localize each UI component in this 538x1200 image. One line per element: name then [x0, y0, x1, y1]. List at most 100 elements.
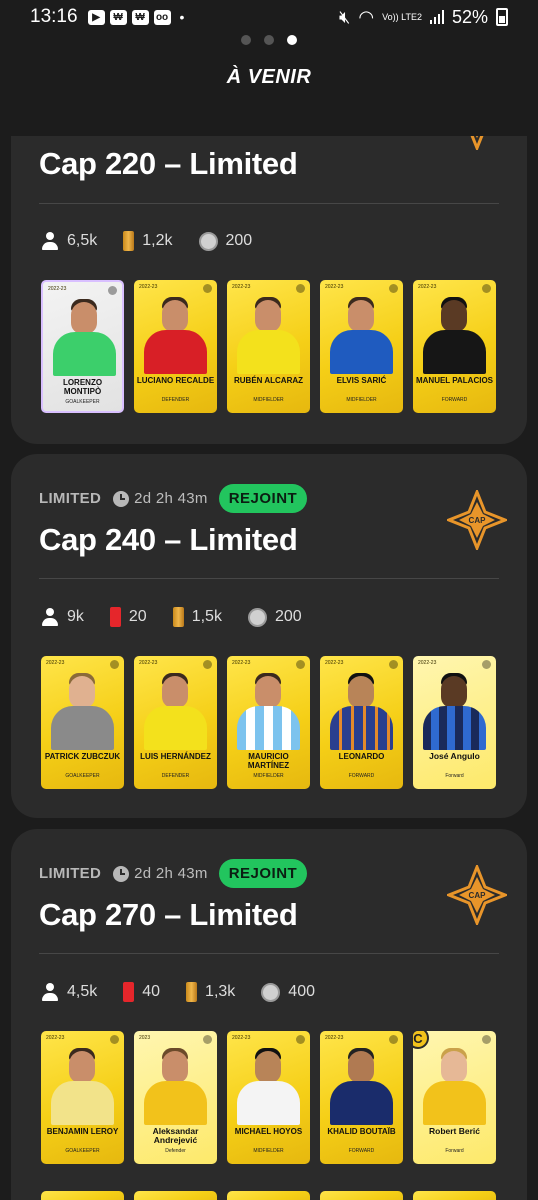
stat-coins: 200: [225, 232, 253, 249]
competition-title: Cap 240 – Limited: [39, 522, 298, 557]
clock-icon: [113, 865, 130, 882]
cap-logo-icon: CAP: [447, 865, 507, 925]
competition-card[interactable]: LIMITED 2d 2h 43m REJOINT CAP Cap 240 – …: [11, 454, 527, 818]
player-position: FORWARD: [348, 1148, 375, 1154]
player-card[interactable]: 2022-23 MICHAEL HOYOS MIDFIELDER: [227, 1031, 310, 1164]
player-cards: [41, 1191, 496, 1200]
player-card[interactable]: 2022-23 LORENZO MONTIPÒ GOALKEEPER: [41, 280, 124, 413]
competition-card[interactable]: LIMITED 2d 2h 43m REJOINT CAP Cap 270 – …: [11, 829, 527, 1200]
player-jersey: [423, 1081, 486, 1125]
player-card[interactable]: 2022-23 MANUEL PALACIOS FORWARD: [413, 280, 496, 413]
player-position: Forward: [445, 773, 464, 779]
player-cards: 2022-23 PATRICK ZUBCZUK GOALKEEPER 2022-…: [41, 656, 496, 789]
player-position: FORWARD: [441, 397, 468, 403]
player-name: RUBÉN ALCARAZ: [233, 376, 304, 385]
divider: [39, 203, 499, 204]
svg-text:CAP: CAP: [469, 891, 487, 900]
battery-icon: [496, 8, 508, 26]
limited-card-icon: [186, 982, 198, 1002]
player-name: LEONARDO: [338, 752, 385, 761]
player-position: DEFENDER: [161, 397, 190, 403]
status-bar: 13:16 ▶ ₩ ₩ oo • 🔇︎ ◠ Vo)) LTE2 52%: [0, 0, 538, 34]
competition-status: LIMITED: [39, 865, 102, 882]
player-card[interactable]: 2022-23 LEONARDO FORWARD: [320, 656, 403, 789]
player-card[interactable]: [134, 1191, 217, 1200]
player-name: MANUEL PALACIOS: [415, 376, 494, 385]
player-card[interactable]: [413, 1191, 496, 1200]
competition-card[interactable]: CAP Cap 220 – Limited 6,5k 1,2k 200 2022…: [11, 136, 527, 444]
player-card[interactable]: 2022-23 RUBÉN ALCARAZ MIDFIELDER: [227, 280, 310, 413]
player-card[interactable]: 2022-23 José Angulo Forward: [413, 656, 496, 789]
player-name: Robert Berić: [428, 1126, 480, 1136]
player-card[interactable]: C Robert Berić Forward: [413, 1031, 496, 1164]
player-name: LUCIANO RECALDE: [136, 376, 215, 385]
player-card[interactable]: [41, 1191, 124, 1200]
stat-rare-cards: 20: [128, 608, 147, 625]
coin-icon: [198, 231, 218, 251]
player-name: José Angulo: [429, 751, 480, 761]
player-cards: 2022-23 LORENZO MONTIPÒ GOALKEEPER 2022-…: [41, 280, 496, 413]
lte-label: Vo)) LTE2: [382, 11, 422, 22]
player-position: Forward: [445, 1148, 464, 1154]
player-name: PATRICK ZUBCZUK: [44, 752, 121, 761]
page-dot[interactable]: [264, 35, 274, 45]
voicemail-icon: oo: [153, 9, 171, 25]
player-jersey: [423, 330, 486, 374]
competition-stats: 9k 20 1,5k 200: [41, 607, 328, 627]
divider: [39, 578, 499, 579]
player-card[interactable]: 2022-23 LUCIANO RECALDE DEFENDER: [134, 280, 217, 413]
player-card[interactable]: 2023 Aleksandar Andrejević Defender: [134, 1031, 217, 1164]
player-jersey: [237, 330, 300, 374]
page-dot-active[interactable]: [287, 35, 297, 45]
player-card[interactable]: 2022-23 PATRICK ZUBCZUK GOALKEEPER: [41, 656, 124, 789]
player-card[interactable]: 2022-23 LUIS HERNÁNDEZ DEFENDER: [134, 656, 217, 789]
player-jersey: [237, 1081, 300, 1125]
battery-percent: 52%: [451, 6, 488, 27]
rare-card-icon: [109, 607, 121, 627]
page-dot[interactable]: [241, 35, 251, 45]
svg-text:CAP: CAP: [469, 516, 487, 525]
player-position: GOALKEEPER: [65, 399, 100, 405]
player-card[interactable]: [227, 1191, 310, 1200]
competition-title: Cap 270 – Limited: [39, 897, 298, 932]
player-jersey: [330, 706, 393, 750]
player-card[interactable]: [320, 1191, 403, 1200]
player-name: Aleksandar Andrejević: [152, 1126, 199, 1145]
player-position: GOALKEEPER: [65, 1148, 100, 1154]
player-position: MIDFIELDER: [253, 1148, 284, 1154]
player-name: LORENZO MONTIPÒ: [62, 378, 103, 396]
joined-badge: REJOINT: [218, 859, 308, 888]
player-name: MAURICIO MARTÍNEZ: [247, 752, 290, 770]
mute-icon: 🔇︎: [339, 6, 351, 27]
stat-limited-cards: 1,3k: [205, 983, 236, 1000]
player-jersey: [51, 706, 114, 750]
stat-rare-cards: 40: [142, 983, 161, 1000]
limited-card-icon: [123, 231, 135, 251]
player-jersey: [330, 1081, 393, 1125]
player-name: LUIS HERNÁNDEZ: [140, 752, 211, 761]
stat-users: 9k: [67, 608, 84, 625]
status-time: 13:16: [30, 6, 78, 27]
page-title: À VENIR: [226, 66, 312, 88]
cap-logo-icon: CAP: [470, 136, 484, 150]
player-card[interactable]: 2022-23 ELVIS SARIĆ MIDFIELDER: [320, 280, 403, 413]
player-jersey: [144, 330, 207, 374]
competition-card[interactable]: [11, 1191, 527, 1200]
player-name: MICHAEL HOYOS: [234, 1127, 303, 1136]
player-name: BENJAMIN LEROY: [46, 1127, 119, 1136]
signal-icon: [429, 10, 444, 24]
competition-list[interactable]: CAP Cap 220 – Limited 6,5k 1,2k 200 2022…: [0, 136, 538, 1200]
competition-meta: LIMITED 2d 2h 43m REJOINT: [39, 484, 308, 513]
user-icon: [41, 983, 59, 1001]
player-position: Defender: [165, 1148, 186, 1154]
player-position: DEFENDER: [161, 773, 190, 779]
player-position: MIDFIELDER: [253, 773, 284, 779]
stat-users: 4,5k: [67, 983, 98, 1000]
player-card[interactable]: 2022-23 BENJAMIN LEROY GOALKEEPER: [41, 1031, 124, 1164]
competition-stats: 4,5k 40 1,3k 400: [41, 982, 341, 1002]
player-card[interactable]: 2022-23 KHALID BOUTAÏB FORWARD: [320, 1031, 403, 1164]
player-jersey: [53, 332, 116, 376]
player-card[interactable]: 2022-23 MAURICIO MARTÍNEZ MIDFIELDER: [227, 656, 310, 789]
stat-coins: 400: [288, 983, 315, 1000]
competition-meta: LIMITED 2d 2h 43m REJOINT: [39, 859, 308, 888]
